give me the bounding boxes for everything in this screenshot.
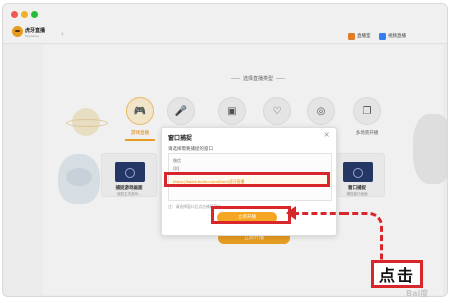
highlight-start-button	[211, 206, 291, 224]
window-list-item[interactable]: 微信	[173, 158, 181, 164]
click-annotation-text: 点击	[378, 266, 415, 285]
window-list-item[interactable]: QQ	[173, 166, 179, 171]
highlight-selected-window	[164, 172, 330, 187]
dialog-title: 窗口捕捉	[168, 135, 193, 142]
click-annotation-box: 点击	[371, 260, 423, 288]
dialog-prompt: 请选择需要捕捉的窗口	[168, 147, 213, 152]
annotation-arrow	[293, 212, 345, 215]
close-icon[interactable]: ×	[323, 130, 330, 139]
baidu-watermark: Bai度	[406, 289, 429, 298]
annotation-arrow-path	[343, 212, 383, 260]
